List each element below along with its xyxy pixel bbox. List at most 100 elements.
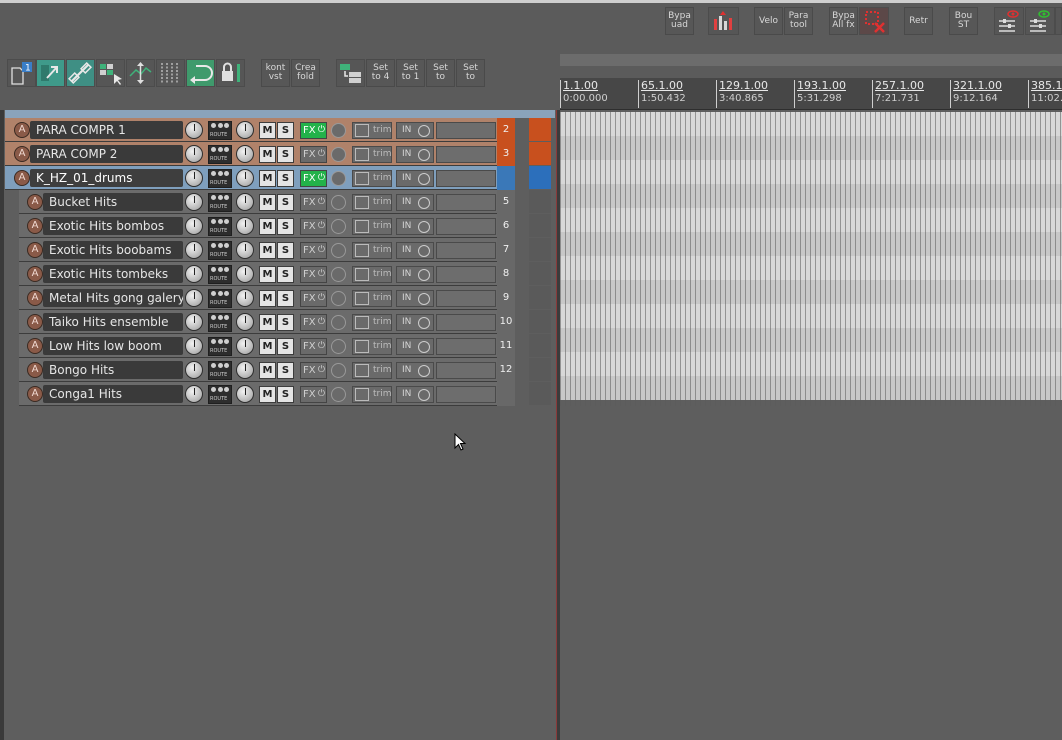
phase-invert-icon[interactable] [331, 267, 346, 282]
monitor-meter[interactable] [436, 314, 496, 331]
track-name[interactable]: Low Hits low boom [43, 337, 183, 355]
envelope-button[interactable]: trim [352, 194, 392, 211]
track-extra-cell[interactable] [529, 382, 551, 405]
create-folder-button[interactable]: Crea fold [291, 59, 320, 87]
envelope-button[interactable]: trim [352, 242, 392, 259]
track-name[interactable]: Exotic Hits tombeks [43, 265, 183, 283]
phase-invert-icon[interactable] [331, 339, 346, 354]
track-name[interactable]: Bucket Hits [43, 193, 183, 211]
phase-invert-icon[interactable] [331, 219, 346, 234]
input-select[interactable]: IN [396, 122, 434, 139]
solo-button[interactable]: S [277, 290, 294, 307]
set-to-1-button[interactable]: Set to 1 [396, 59, 425, 87]
monitor-meter[interactable] [436, 170, 496, 187]
pan-knob[interactable] [236, 361, 254, 379]
fx-button[interactable]: FX ⏻ [300, 194, 327, 211]
monitor-meter[interactable] [436, 266, 496, 283]
para-tool-button[interactable]: Para tool [784, 7, 813, 35]
volume-knob[interactable] [185, 193, 203, 211]
volume-knob[interactable] [185, 289, 203, 307]
route-button[interactable]: ROUTE [208, 289, 232, 308]
volume-knob[interactable] [185, 337, 203, 355]
track-extra-cell[interactable] [529, 214, 551, 237]
fx-bypass-icon[interactable] [859, 7, 889, 35]
monitor-meter[interactable] [436, 242, 496, 259]
bypass-uad-button[interactable]: Bypa uad [665, 7, 694, 35]
fx-bypass-icon[interactable]: ⏻ [318, 339, 325, 354]
fx-button[interactable]: FX ⏻ [300, 170, 327, 187]
record-arm-button[interactable]: A [14, 170, 30, 186]
timeline-ruler[interactable]: 1.1.00 0:00.000 65.1.00 1:50.432 129.1.00 3:4… [560, 78, 1062, 110]
loop-icon[interactable] [186, 59, 215, 87]
fx-bypass-icon[interactable]: ⏻ [318, 387, 325, 402]
solo-button[interactable]: S [277, 314, 294, 331]
track-extra-cell[interactable] [529, 190, 551, 213]
route-button[interactable]: ROUTE [208, 145, 232, 164]
input-select[interactable]: IN [396, 242, 434, 259]
monitor-meter[interactable] [436, 290, 496, 307]
volume-knob[interactable] [185, 217, 203, 235]
track-extra-cell[interactable] [529, 286, 551, 309]
volume-knob[interactable] [185, 265, 203, 283]
monitor-meter[interactable] [436, 362, 496, 379]
fx-bypass-icon[interactable]: ⏻ [318, 363, 325, 378]
track-extra-cell[interactable] [529, 334, 551, 357]
mute-button[interactable]: M [259, 266, 276, 283]
fx-bypass-icon[interactable]: ⏻ [318, 243, 325, 258]
pan-knob[interactable] [236, 145, 254, 163]
solo-button[interactable]: S [277, 242, 294, 259]
pan-knob[interactable] [236, 313, 254, 331]
solo-button[interactable]: S [277, 362, 294, 379]
mute-button[interactable]: M [259, 386, 276, 403]
route-button[interactable]: ROUTE [208, 265, 232, 284]
mute-button[interactable]: M [259, 242, 276, 259]
route-button[interactable]: ROUTE [208, 169, 232, 188]
track-name[interactable]: Taiko Hits ensemble [43, 313, 183, 331]
record-arm-button[interactable]: A [27, 218, 43, 234]
track-extra-cell[interactable] [529, 310, 551, 333]
grid-lines-icon[interactable] [156, 59, 185, 87]
track-extra-cell[interactable] [529, 358, 551, 381]
mute-button[interactable]: M [259, 362, 276, 379]
track-name[interactable]: Exotic Hits boobams [43, 241, 183, 259]
track-arrange-icon[interactable] [336, 59, 365, 87]
track-extra-cell[interactable] [529, 262, 551, 285]
envelope-button[interactable]: trim [352, 362, 392, 379]
fx-button[interactable]: FX ⏻ [300, 146, 327, 163]
pan-knob[interactable] [236, 241, 254, 259]
input-select[interactable]: IN [396, 386, 434, 403]
track-name[interactable]: Metal Hits gong galery [43, 289, 183, 307]
route-button[interactable]: ROUTE [208, 385, 232, 404]
monitor-meter[interactable] [436, 386, 496, 403]
input-select[interactable]: IN [396, 170, 434, 187]
track-name[interactable]: PARA COMP 2 [30, 145, 183, 163]
input-select[interactable]: IN [396, 338, 434, 355]
input-select[interactable]: IN [396, 146, 434, 163]
mute-button[interactable]: M [259, 314, 276, 331]
phase-invert-icon[interactable] [331, 243, 346, 258]
solo-button[interactable]: S [277, 218, 294, 235]
record-arm-button[interactable]: A [14, 122, 30, 138]
monitor-meter[interactable] [436, 218, 496, 235]
envelope-button[interactable]: trim [352, 122, 392, 139]
mixer-eye-green-icon[interactable] [1025, 7, 1055, 35]
record-arm-button[interactable]: A [27, 266, 43, 282]
lock-icon[interactable] [216, 59, 245, 87]
velo-button[interactable]: Velo [754, 7, 783, 35]
fx-button[interactable]: FX ⏻ [300, 242, 327, 259]
mute-button[interactable]: M [259, 122, 276, 139]
envelope-button[interactable]: trim [352, 266, 392, 283]
volume-knob[interactable] [185, 145, 203, 163]
solo-button[interactable]: S [277, 338, 294, 355]
mute-button[interactable]: M [259, 218, 276, 235]
fx-bypass-icon[interactable]: ⏻ [318, 123, 325, 138]
track-row[interactable]: A PARA COMPR 1 ROUTE M S FX ⏻ trim IN 2 [5, 118, 515, 142]
mute-button[interactable]: M [259, 194, 276, 211]
mute-button[interactable]: M [259, 146, 276, 163]
kont-vst-button[interactable]: kont vst [261, 59, 290, 87]
pan-knob[interactable] [236, 193, 254, 211]
bypass-all-fx-button[interactable]: Bypa All fx [829, 7, 858, 35]
pan-knob[interactable] [236, 265, 254, 283]
fx-bypass-icon[interactable]: ⏻ [318, 291, 325, 306]
record-arm-button[interactable]: A [14, 146, 30, 162]
